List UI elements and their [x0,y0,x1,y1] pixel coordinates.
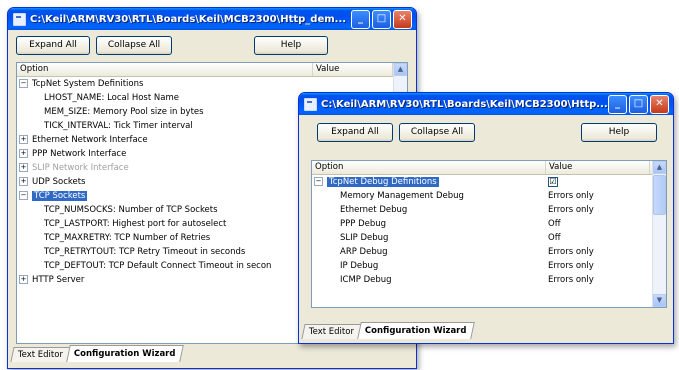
app-icon [13,12,26,26]
tree-row-label: MEM_SIZE: Memory Pool size in bytes [44,107,204,117]
help-button[interactable]: Help [581,122,657,142]
front-window-title: C:\Keil\ARM\RV30\RTL\Boards\Keil\MCB2300… [321,98,608,110]
tree-row-label: TCP_RETRYTOUT: TCP Retry Timeout in seco… [44,247,246,257]
tree-row-value[interactable]: Errors only [548,245,594,259]
tree-row-label: Memory Management Debug [340,191,464,201]
front-options-list[interactable]: Option Value − TcpNet Debug Definitions ☑ … [311,160,667,308]
expand-all-button[interactable]: Expand All [317,122,393,142]
collapse-icon[interactable]: − [19,191,28,200]
back-tab-bar: Text Editor Configuration Wizard [8,344,416,362]
expand-all-button[interactable]: Expand All [16,35,90,55]
tab-text-editor[interactable]: Text Editor [301,324,362,339]
scroll-up-icon[interactable]: ▲ [394,63,407,76]
value-column-header[interactable]: Value [313,63,393,76]
tree-row-value[interactable]: Errors only [548,273,594,287]
back-list-header: Option Value [17,63,407,77]
tree-row-label: Ethernet Debug [340,205,408,215]
tree-row-label: LHOST_NAME: Local Host Name [44,93,179,103]
collapse-icon[interactable]: − [314,177,323,186]
close-icon[interactable]: ✕ [650,94,669,114]
front-list-header: Option Value [312,161,666,175]
tree-row-label: Ethernet Network Interface [32,135,148,145]
back-window-titlebar[interactable]: C:\Keil\ARM\RV30\RTL\Boards\Keil\MCB2300… [8,8,416,30]
expand-icon[interactable]: + [19,275,28,284]
tree-row[interactable]: PPP Debug Off [312,217,666,231]
back-window-title: C:\Keil\ARM\RV30\RTL\Boards\Keil\MCB2300… [30,13,347,25]
front-window-titlebar[interactable]: C:\Keil\ARM\RV30\RTL\Boards\Keil\MCB2300… [299,93,673,115]
tree-row-label: SLIP Network Interface [32,163,129,173]
tree-row-label: SLIP Debug [340,233,389,243]
maximize-icon[interactable]: □ [372,9,391,29]
tree-row-label: ARP Debug [340,247,388,257]
back-toolbar: Expand All Collapse All Help [8,30,416,60]
option-column-header[interactable]: Option [312,161,546,174]
tree-row-label: TCP_LASTPORT: Highest port for autoselec… [44,219,227,229]
option-column-header[interactable]: Option [17,63,313,76]
tab-configuration-wizard[interactable]: Configuration Wizard [66,345,184,362]
collapse-all-button[interactable]: Collapse All [399,122,475,142]
tree-row[interactable]: ICMP Debug Errors only [312,273,666,287]
tree-row-label: TICK_INTERVAL: Tick Timer interval [44,121,193,131]
scroll-down-icon[interactable]: ▼ [653,294,666,307]
tab-label: Configuration Wizard [364,326,467,336]
front-tab-bar: Text Editor Configuration Wizard [299,321,673,339]
minimize-icon[interactable]: _ [351,9,370,29]
tree-row[interactable]: − TcpNet System Definitions [17,77,407,91]
tree-row-value[interactable]: Off [548,217,561,231]
collapse-all-button[interactable]: Collapse All [96,35,172,55]
tree-row[interactable]: SLIP Debug Off [312,231,666,245]
minimize-icon[interactable]: _ [608,94,627,114]
tree-row-label: TcpNet Debug Definitions [327,177,439,187]
front-scrollbar[interactable]: ▲ ▼ [652,161,666,307]
scroll-thumb[interactable] [653,175,666,215]
tree-row-label: TCP_NUMSOCKS: Number of TCP Sockets [44,205,218,215]
tree-row-label: TCP Sockets [32,191,88,201]
tab-label: Configuration Wizard [73,349,176,359]
checkmark-icon: ☑ [548,177,558,187]
tree-row[interactable]: ARP Debug Errors only [312,245,666,259]
enable-checkbox[interactable]: ☑ [548,175,558,189]
tab-text-editor[interactable]: Text Editor [10,347,71,362]
front-config-window: C:\Keil\ARM\RV30\RTL\Boards\Keil\MCB2300… [298,92,674,344]
tab-label: Text Editor [17,350,63,360]
tree-row-label: UDP Sockets [32,177,86,187]
tree-row-value[interactable]: Errors only [548,189,594,203]
tree-row-label: PPP Network Interface [32,149,127,159]
tree-row-label: PPP Debug [340,219,387,229]
tree-row-selected[interactable]: − TcpNet Debug Definitions ☑ [312,175,666,189]
expand-icon[interactable]: + [19,135,28,144]
scroll-up-icon[interactable]: ▲ [653,161,666,174]
tree-row[interactable]: IP Debug Errors only [312,259,666,273]
front-toolbar: Expand All Collapse All Help [299,115,673,149]
tree-row-label: TcpNet System Definitions [32,79,144,89]
tree-row-label: TCP_MAXRETRY: TCP Number of Retries [44,233,211,243]
tree-row-label: TCP_DEFTOUT: TCP Default Connect Timeout… [44,261,272,271]
expand-icon[interactable]: + [19,177,28,186]
tree-row-value[interactable]: Errors only [548,203,594,217]
tree-row[interactable]: Ethernet Debug Errors only [312,203,666,217]
collapse-icon[interactable]: − [19,79,28,88]
value-column-header[interactable]: Value [546,161,650,174]
app-icon [304,97,317,111]
expand-icon[interactable]: + [19,163,28,172]
tree-row-label: ICMP Debug [340,275,392,285]
tab-label: Text Editor [308,327,354,337]
tree-row-label: IP Debug [340,261,379,271]
tree-row[interactable]: Memory Management Debug Errors only [312,189,666,203]
tab-configuration-wizard[interactable]: Configuration Wizard [357,322,475,339]
expand-icon[interactable]: + [19,149,28,158]
close-icon[interactable]: ✕ [393,9,412,29]
help-button[interactable]: Help [254,35,328,55]
tree-row-value[interactable]: Off [548,231,561,245]
tree-row-value[interactable]: Errors only [548,259,594,273]
maximize-icon[interactable]: □ [629,94,648,114]
tree-row-label: HTTP Server [32,275,85,285]
front-rows: − TcpNet Debug Definitions ☑ Memory Manage… [312,175,666,287]
